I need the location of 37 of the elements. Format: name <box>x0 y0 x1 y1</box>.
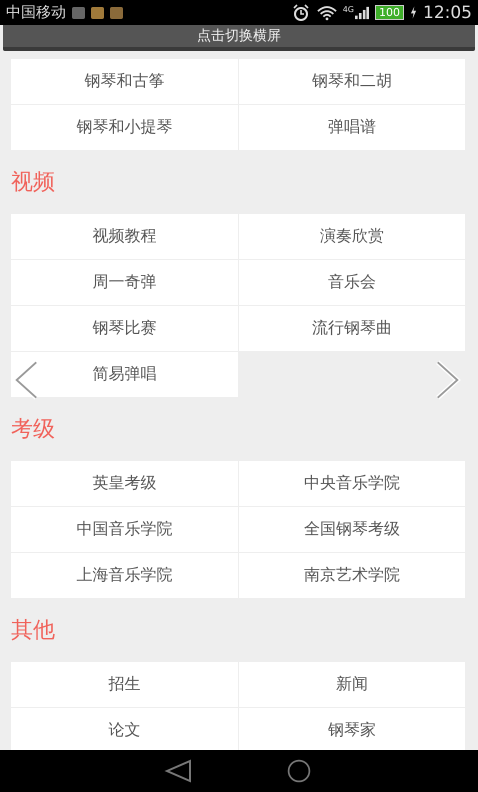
section-heading: 考级 <box>11 416 55 444</box>
category-link[interactable]: 上海音乐学院 <box>11 553 238 598</box>
category-link[interactable]: 钢琴家 <box>238 708 465 750</box>
category-link[interactable]: 钢琴和古筝 <box>11 59 238 104</box>
category-link[interactable]: 中央音乐学院 <box>238 461 465 506</box>
category-link[interactable]: 钢琴比赛 <box>11 306 238 351</box>
notification-icon <box>72 6 85 18</box>
category-link[interactable]: 演奏欣赏 <box>238 214 465 259</box>
category-link[interactable]: 周一奇弹 <box>11 260 238 305</box>
category-link[interactable]: 流行钢琴曲 <box>238 306 465 351</box>
battery-level: 100 <box>375 5 404 20</box>
category-link[interactable]: 钢琴和二胡 <box>238 59 465 104</box>
clock-time: 12:05 <box>423 2 472 22</box>
signal-icon <box>355 6 369 20</box>
category-link[interactable]: 弹唱谱 <box>238 105 465 150</box>
category-link[interactable]: 新闻 <box>238 662 465 707</box>
chevron-right-icon[interactable] <box>434 358 462 402</box>
rotate-screen-link[interactable]: 点击切换横屏 <box>197 28 281 44</box>
carrier-name: 中国移动 <box>6 3 66 22</box>
section-heading: 视频 <box>11 169 55 197</box>
category-link[interactable]: 英皇考级 <box>11 461 238 506</box>
notification-icon <box>91 6 104 18</box>
category-link[interactable]: 音乐会 <box>238 260 465 305</box>
category-link[interactable]: 简易弹唱 <box>11 352 238 397</box>
category-link[interactable]: 南京艺术学院 <box>238 553 465 598</box>
section-heading: 其他 <box>11 617 55 645</box>
category-link[interactable]: 论文 <box>11 708 238 750</box>
category-link[interactable]: 招生 <box>11 662 238 707</box>
category-link[interactable]: 中国音乐学院 <box>11 507 238 552</box>
category-link[interactable]: 钢琴和小提琴 <box>11 105 238 150</box>
wifi-icon <box>316 4 337 22</box>
category-link[interactable]: 全国钢琴考级 <box>238 507 465 552</box>
category-link[interactable]: 视频教程 <box>11 214 238 259</box>
notification-icon <box>110 6 123 18</box>
network-type: 4G <box>342 6 354 14</box>
back-icon[interactable] <box>164 758 194 784</box>
alarm-clock-icon <box>290 4 311 22</box>
